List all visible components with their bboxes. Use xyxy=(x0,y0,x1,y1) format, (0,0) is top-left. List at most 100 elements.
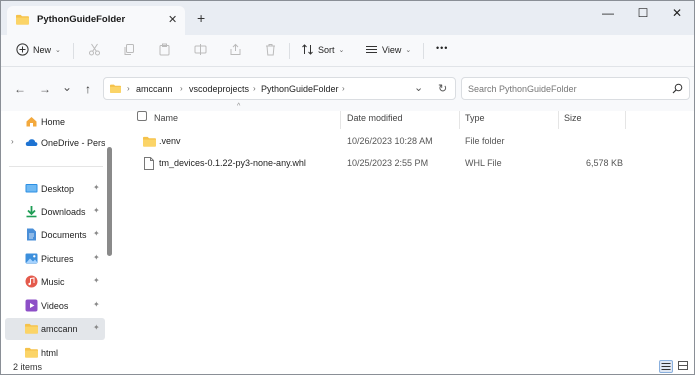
breadcrumb-separator: › xyxy=(127,84,130,93)
column-header-size[interactable]: Size xyxy=(564,113,582,123)
column-divider[interactable] xyxy=(340,111,341,129)
tiles-view-button[interactable] xyxy=(677,360,691,373)
sort-icon xyxy=(302,44,313,55)
search-input[interactable] xyxy=(468,82,658,96)
sidebar-item-label: amccann xyxy=(41,324,78,334)
view-button[interactable]: View ⌄ xyxy=(365,43,411,56)
sidebar-item-label: Videos xyxy=(41,301,69,311)
tab-pythonguidefolder[interactable]: PythonGuideFolder ✕ xyxy=(7,6,185,35)
sidebar-item-music[interactable]: Music ✦ xyxy=(1,271,105,293)
status-bar: 2 items xyxy=(1,358,694,374)
plus-circle-icon xyxy=(16,43,29,56)
sort-label: Sort xyxy=(318,44,335,55)
divider xyxy=(289,43,290,59)
close-tab-icon[interactable]: ✕ xyxy=(168,13,177,26)
new-tab-button[interactable]: + xyxy=(197,10,205,26)
breadcrumb-pythonguidefolder[interactable]: PythonGuideFolder xyxy=(261,84,339,94)
minimize-button[interactable]: — xyxy=(588,6,628,20)
chevron-down-icon: ⌄ xyxy=(405,46,412,54)
copy-icon[interactable] xyxy=(123,43,136,56)
search-icon[interactable] xyxy=(672,83,683,94)
download-icon xyxy=(26,206,37,218)
sidebar-item-home[interactable]: Home xyxy=(1,111,105,133)
address-dropdown-button[interactable]: ⌄ xyxy=(414,81,423,94)
sidebar-item-amccann[interactable]: amccann ✦ xyxy=(5,318,105,340)
column-divider[interactable] xyxy=(459,111,460,129)
rename-icon[interactable] xyxy=(194,43,207,56)
sidebar-item-label: html xyxy=(41,348,59,358)
new-button[interactable]: New ⌄ xyxy=(16,43,61,56)
delete-icon[interactable] xyxy=(264,43,277,56)
sidebar-item-label: Documents xyxy=(41,230,87,240)
cloud-icon xyxy=(25,139,38,146)
file-type: File folder xyxy=(465,136,505,146)
sidebar-item-label: Home xyxy=(41,117,66,127)
pin-icon[interactable]: ✦ xyxy=(93,253,100,262)
view-lines-icon xyxy=(366,46,377,53)
file-type: WHL File xyxy=(465,158,502,168)
up-button[interactable]: ↑ xyxy=(85,82,91,96)
sidebar-item-label: Pictures xyxy=(41,254,74,264)
sidebar-item-pictures[interactable]: Pictures ✦ xyxy=(1,248,105,270)
column-divider[interactable] xyxy=(625,111,626,129)
share-icon[interactable] xyxy=(229,43,242,56)
forward-button[interactable]: → xyxy=(39,82,51,96)
table-row[interactable]: .venv 10/26/2023 10:28 AM File folder xyxy=(118,131,694,153)
chevron-down-icon: ⌄ xyxy=(338,46,345,54)
pin-icon[interactable]: ✦ xyxy=(93,183,100,192)
file-name: tm_devices-0.1.22-py3-none-any.whl xyxy=(159,158,306,168)
command-bar: New ⌄ Sort ⌄ View ⌄ ••• xyxy=(1,35,694,67)
picture-icon xyxy=(25,253,38,264)
new-label: New xyxy=(33,44,52,55)
sidebar-item-label: Music xyxy=(41,277,65,287)
breadcrumb-vscodeprojects[interactable]: vscodeprojects xyxy=(189,84,249,94)
details-view-icon xyxy=(661,363,671,370)
pin-icon[interactable]: ✦ xyxy=(93,276,100,285)
search-box[interactable] xyxy=(461,77,690,100)
refresh-button[interactable]: ↻ xyxy=(438,82,447,95)
chevron-right-icon[interactable]: › xyxy=(11,137,14,146)
column-header-type[interactable]: Type xyxy=(465,113,485,123)
tiles-view-icon xyxy=(678,361,688,370)
file-icon xyxy=(144,157,154,170)
pin-icon[interactable]: ✦ xyxy=(93,323,100,332)
sidebar-item-documents[interactable]: Documents ✦ xyxy=(1,224,105,246)
column-divider[interactable] xyxy=(558,111,559,129)
cut-icon[interactable] xyxy=(88,43,101,56)
file-name: .venv xyxy=(159,136,181,146)
divider xyxy=(423,43,424,59)
sidebar-item-downloads[interactable]: Downloads ✦ xyxy=(1,201,105,223)
document-icon xyxy=(27,228,36,241)
pin-icon[interactable]: ✦ xyxy=(93,206,100,215)
sidebar-item-label: Desktop xyxy=(41,184,75,194)
recent-locations-button[interactable]: ⌄ xyxy=(62,80,72,94)
sidebar-item-desktop[interactable]: Desktop ✦ xyxy=(1,178,105,200)
navigation-pane: Home › OneDrive - Perso Desktop ✦ Downlo… xyxy=(1,111,116,358)
folder-icon xyxy=(16,14,29,25)
more-options-icon[interactable]: ••• xyxy=(436,43,448,53)
column-header-name[interactable]: Name xyxy=(154,113,178,123)
select-all-checkbox[interactable] xyxy=(137,111,147,121)
tab-title: PythonGuideFolder xyxy=(37,14,126,25)
sidebar-item-videos[interactable]: Videos ✦ xyxy=(1,295,105,317)
folder-icon xyxy=(143,136,156,147)
back-button[interactable]: ← xyxy=(14,82,26,96)
pin-icon[interactable]: ✦ xyxy=(93,229,100,238)
table-row[interactable]: tm_devices-0.1.22-py3-none-any.whl 10/25… xyxy=(118,153,694,175)
paste-icon[interactable] xyxy=(158,43,171,56)
details-view-button[interactable] xyxy=(659,360,673,373)
sort-button[interactable]: Sort ⌄ xyxy=(301,43,344,56)
file-explorer-window: PythonGuideFolder ✕ + — ☐ ✕ New ⌄ Sort ⌄… xyxy=(0,0,695,375)
folder-icon xyxy=(110,84,121,93)
navpane-scrollbar[interactable] xyxy=(107,147,112,256)
breadcrumb-amccann[interactable]: amccann xyxy=(136,84,173,94)
address-bar[interactable]: › amccann › vscodeprojects › PythonGuide… xyxy=(103,77,456,100)
address-row: ← → ⌄ ↑ › amccann › vscodeprojects › Pyt… xyxy=(1,67,694,111)
folder-icon xyxy=(25,323,38,334)
sidebar-item-onedrive[interactable]: › OneDrive - Perso xyxy=(1,132,105,154)
pin-icon[interactable]: ✦ xyxy=(93,300,100,309)
column-header-date[interactable]: Date modified xyxy=(347,113,403,123)
close-window-button[interactable]: ✕ xyxy=(657,6,694,20)
breadcrumb-separator: › xyxy=(342,84,345,93)
file-date: 10/26/2023 10:28 AM xyxy=(347,136,433,146)
